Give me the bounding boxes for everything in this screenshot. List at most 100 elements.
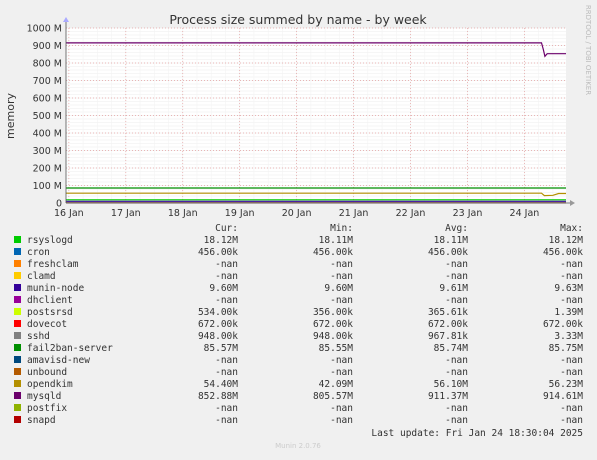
legend-swatch xyxy=(14,368,21,375)
legend-value-max: 1.39M xyxy=(554,307,583,318)
legend-value-max: 672.00k xyxy=(543,319,583,330)
legend-label: snapd xyxy=(27,415,56,426)
legend-value-cur: -nan xyxy=(215,415,238,426)
legend-value-min: 948.00k xyxy=(313,331,353,342)
y-axis-label: memory xyxy=(4,93,17,139)
legend-value-avg: -nan xyxy=(445,367,468,378)
legend-value-min: -nan xyxy=(330,259,353,270)
legend-value-min: 9.60M xyxy=(324,283,353,294)
legend-value-min: 18.11M xyxy=(319,235,354,246)
legend-label: munin-node xyxy=(27,283,84,294)
legend-value-avg: 456.00k xyxy=(428,247,468,258)
legend-value-avg: 967.81k xyxy=(428,331,468,342)
legend-swatch xyxy=(14,380,21,387)
x-tick-label: 17 Jan xyxy=(111,208,141,219)
legend-value-max: 914.61M xyxy=(543,391,583,402)
legend-value-max: -nan xyxy=(560,259,583,270)
y-tick-label: 700 M xyxy=(33,76,62,87)
legend-value-cur: -nan xyxy=(215,295,238,306)
legend-swatch xyxy=(14,284,21,291)
legend-value-max: 85.75M xyxy=(549,343,584,354)
legend-value-avg: 56.10M xyxy=(434,379,469,390)
legend-swatch xyxy=(14,344,21,351)
legend-swatch xyxy=(14,236,21,243)
x-tick-label: 19 Jan xyxy=(225,208,255,219)
y-tick-label: 600 M xyxy=(33,94,62,105)
x-tick-label: 23 Jan xyxy=(453,208,483,219)
legend-value-cur: 85.57M xyxy=(204,343,239,354)
y-tick-label: 1000 M xyxy=(27,24,62,35)
legend-label: dovecot xyxy=(27,319,67,330)
legend-value-cur: -nan xyxy=(215,355,238,366)
munin-graph: Process size summed by name - by week me… xyxy=(0,0,597,455)
y-tick-label: 100 M xyxy=(33,181,62,192)
y-tick-label: 500 M xyxy=(33,111,62,122)
legend-value-cur: -nan xyxy=(215,403,238,414)
legend-value-min: 85.55M xyxy=(319,343,354,354)
legend-value-min: -nan xyxy=(330,403,353,414)
legend-header-max: Max: xyxy=(560,223,583,234)
legend-label: opendkim xyxy=(27,379,73,390)
chart-title: Process size summed by name - by week xyxy=(169,12,427,27)
legend-value-max: 9.63M xyxy=(554,283,583,294)
legend-value-cur: 948.00k xyxy=(198,331,238,342)
legend-label: postsrsd xyxy=(27,307,73,318)
legend-label: rsyslogd xyxy=(27,235,73,246)
legend-label: cron xyxy=(27,247,50,258)
legend-value-min: 356.00k xyxy=(313,307,353,318)
legend-value-max: -nan xyxy=(560,355,583,366)
y-tick-label: 200 M xyxy=(33,164,62,175)
x-tick-label: 20 Jan xyxy=(282,208,312,219)
legend-value-min: -nan xyxy=(330,355,353,366)
legend-label: postfix xyxy=(27,403,67,414)
legend-value-avg: -nan xyxy=(445,415,468,426)
legend-value-min: 672.00k xyxy=(313,319,353,330)
legend-swatch xyxy=(14,272,21,279)
legend-value-cur: 54.40M xyxy=(204,379,239,390)
legend-swatch xyxy=(14,416,21,423)
legend-value-avg: 365.61k xyxy=(428,307,468,318)
chart-svg: Process size summed by name - by week me… xyxy=(4,5,592,450)
legend-value-min: 805.57M xyxy=(313,391,353,402)
legend-value-avg: 672.00k xyxy=(428,319,468,330)
legend-value-max: 3.33M xyxy=(554,331,583,342)
legend-value-cur: 534.00k xyxy=(198,307,238,318)
legend-swatch xyxy=(14,248,21,255)
legend-swatch xyxy=(14,392,21,399)
legend-header-min: Min: xyxy=(330,223,353,234)
legend-value-max: -nan xyxy=(560,271,583,282)
legend-label: sshd xyxy=(27,331,50,342)
x-tick-label: 24 Jan xyxy=(510,208,540,219)
legend-value-cur: 9.60M xyxy=(209,283,238,294)
legend-value-cur: -nan xyxy=(215,271,238,282)
legend-value-min: 456.00k xyxy=(313,247,353,258)
legend-label: unbound xyxy=(27,367,67,378)
legend-value-avg: 9.61M xyxy=(439,283,468,294)
legend-swatch xyxy=(14,404,21,411)
legend-label: clamd xyxy=(27,271,56,282)
legend-value-max: -nan xyxy=(560,403,583,414)
legend-swatch xyxy=(14,296,21,303)
legend-value-min: -nan xyxy=(330,295,353,306)
y-axis-arrow xyxy=(63,17,69,22)
legend-swatch xyxy=(14,260,21,267)
legend-value-avg: -nan xyxy=(445,259,468,270)
legend-value-avg: 18.11M xyxy=(434,235,469,246)
legend-value-avg: -nan xyxy=(445,271,468,282)
legend-value-max: 456.00k xyxy=(543,247,583,258)
y-tick-label: 300 M xyxy=(33,146,62,157)
legend-header-cur: Cur: xyxy=(215,223,238,234)
legend-value-max: -nan xyxy=(560,415,583,426)
legend-value-cur: 456.00k xyxy=(198,247,238,258)
rrdtool-credit: RRDTOOL / TOBI OETIKER xyxy=(584,5,592,95)
legend-value-max: 18.12M xyxy=(549,235,584,246)
legend-value-max: -nan xyxy=(560,367,583,378)
legend-swatch xyxy=(14,332,21,339)
legend-value-min: -nan xyxy=(330,271,353,282)
y-tick-label: 400 M xyxy=(33,129,62,140)
legend-value-min: -nan xyxy=(330,415,353,426)
legend-value-min: -nan xyxy=(330,367,353,378)
legend-value-cur: 672.00k xyxy=(198,319,238,330)
legend-value-avg: -nan xyxy=(445,355,468,366)
legend-swatch xyxy=(14,356,21,363)
